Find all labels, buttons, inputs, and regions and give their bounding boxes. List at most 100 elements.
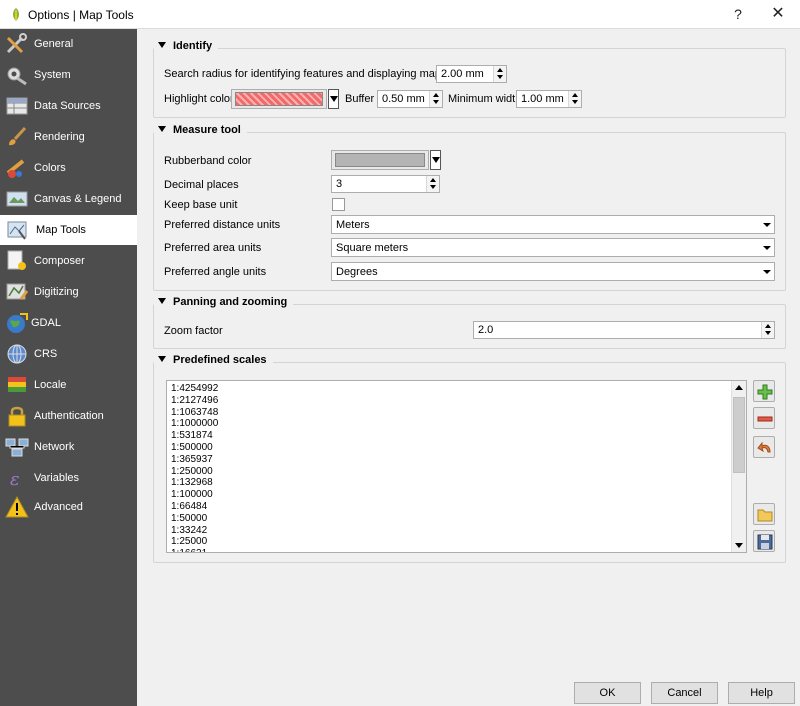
help-button[interactable]: Help [728,682,795,704]
sidebar-label: Data Sources [34,100,101,112]
restore-defaults-button[interactable] [753,436,775,458]
canvas-legend-icon [6,191,28,207]
sidebar-item-authentication[interactable]: Authentication [0,401,137,431]
scales-scrollbar[interactable] [731,381,746,552]
variables-icon: ε [10,469,20,489]
sidebar-label: Authentication [34,410,104,422]
rubberband-color-dropdown[interactable] [430,150,441,170]
scale-list-item[interactable]: 1:100000 [171,489,218,501]
add-scale-button[interactable] [753,380,775,402]
sidebar-item-rendering[interactable]: Rendering [0,122,137,152]
minimum-width-spinbox[interactable]: 1.00 mm [516,90,582,108]
scale-list-item[interactable]: 1:1000000 [171,418,218,430]
measure-tool-group-title[interactable]: Measure tool [154,124,247,136]
sidebar-item-variables[interactable]: ε Variables [0,463,137,493]
predefined-scales-group: Predefined scales 1:4254992 1:2127496 1:10… [153,354,786,563]
sidebar-item-advanced[interactable]: Advanced [0,492,137,522]
scale-list-item[interactable]: 1:132968 [171,477,218,489]
title-bar: Options | Map Tools ? ✕ [0,0,800,29]
options-sidebar: General System Data Sources Rendering Co… [0,29,137,706]
scale-list-item[interactable]: 1:50000 [171,513,218,525]
cancel-button[interactable]: Cancel [651,682,718,704]
remove-scale-icon [757,416,773,422]
chevron-down-icon [763,246,771,250]
search-radius-value: 2.00 mm [441,68,484,80]
scale-list-item[interactable]: 1:4254992 [171,383,218,395]
sidebar-label: Rendering [34,131,85,143]
scale-list-item[interactable]: 1:250000 [171,466,218,478]
ok-button[interactable]: OK [574,682,641,704]
export-save-icon [757,534,773,550]
predefined-scales-group-title[interactable]: Predefined scales [154,354,273,366]
sidebar-label: Locale [34,379,67,391]
sidebar-item-network[interactable]: Network [0,432,137,462]
buffer-value: 0.50 mm [382,93,425,105]
scale-list-item[interactable]: 1:2127496 [171,395,218,407]
preferred-distance-units-select[interactable]: Meters [331,215,775,234]
collapse-triangle-icon [158,42,166,48]
scroll-up-icon[interactable] [732,381,746,395]
spin-arrows-icon[interactable] [568,91,581,107]
import-scales-button[interactable] [753,503,775,525]
sidebar-item-system[interactable]: System [0,60,137,90]
sidebar-label: Digitizing [34,286,79,298]
preferred-area-units-select[interactable]: Square meters [331,238,775,257]
spin-arrows-icon[interactable] [493,66,506,82]
sidebar-item-colors[interactable]: Colors [0,153,137,183]
scale-list-item[interactable]: 1:500000 [171,442,218,454]
sidebar-item-general[interactable]: General [0,29,137,59]
sidebar-item-locale[interactable]: Locale [0,370,137,400]
remove-scale-button[interactable] [753,407,775,429]
collapse-triangle-icon [158,356,166,362]
scroll-down-icon[interactable] [732,538,746,552]
scale-list-item[interactable]: 1:66484 [171,501,218,513]
scrollbar-thumb[interactable] [733,397,745,473]
sidebar-item-digitizing[interactable]: Digitizing [0,277,137,307]
spin-arrows-icon[interactable] [429,91,442,107]
keep-base-unit-checkbox[interactable] [332,198,345,211]
sidebar-item-canvas-legend[interactable]: Canvas & Legend [0,184,137,214]
sidebar-label: GDAL [31,317,61,329]
preferred-distance-units-label: Preferred distance units [164,219,281,231]
map-tools-icon [7,221,27,240]
highlight-color-button[interactable] [231,89,327,109]
import-folder-icon [757,509,773,522]
rendering-brush-icon [9,126,27,146]
scale-list-item[interactable]: 1:1063748 [171,407,218,419]
advanced-warning-icon [5,496,29,518]
scale-list-item[interactable]: 1:531874 [171,430,218,442]
sidebar-item-data-sources[interactable]: Data Sources [0,91,137,121]
scale-list-item[interactable]: 1:25000 [171,536,218,548]
sidebar-item-gdal[interactable]: GDAL [0,308,137,338]
scale-list-item[interactable]: 1:16621 [171,548,218,552]
sidebar-item-map-tools[interactable]: Map Tools [0,215,137,245]
data-sources-table-icon [6,97,28,115]
export-scales-button[interactable] [753,530,775,552]
spin-arrows-icon[interactable] [761,322,774,338]
identify-group: Identify Search radius for identifying f… [153,40,786,118]
sidebar-label: Variables [34,472,80,484]
digitizing-icon [6,283,29,300]
crs-globe-icon [7,344,27,364]
decimal-places-spinbox[interactable]: 3 [331,175,440,193]
search-radius-spinbox[interactable]: 2.00 mm [436,65,507,83]
panning-zooming-group-title[interactable]: Panning and zooming [154,296,294,308]
sidebar-item-composer[interactable]: Composer [0,246,137,276]
window-help-button[interactable]: ? [718,0,758,29]
rubberband-color-button[interactable] [331,150,429,170]
add-scale-icon [757,384,773,400]
window-close-button[interactable]: ✕ [758,0,798,29]
system-gear-icon [7,67,27,86]
general-tools-icon [6,33,27,54]
composer-icon [7,250,26,270]
sidebar-item-crs[interactable]: CRS [0,339,137,369]
scale-list-item[interactable]: 1:33242 [171,525,218,537]
highlight-color-dropdown[interactable] [328,89,339,109]
identify-group-title[interactable]: Identify [154,40,219,52]
scale-list-item[interactable]: 1:365937 [171,454,218,466]
zoom-factor-spinbox[interactable]: 2.0 [473,321,775,339]
preferred-angle-units-select[interactable]: Degrees [331,262,775,281]
buffer-spinbox[interactable]: 0.50 mm [377,90,443,108]
spin-arrows-icon[interactable] [426,176,439,192]
predefined-scales-list[interactable]: 1:4254992 1:2127496 1:1063748 1:1000000 1:53… [166,380,747,553]
